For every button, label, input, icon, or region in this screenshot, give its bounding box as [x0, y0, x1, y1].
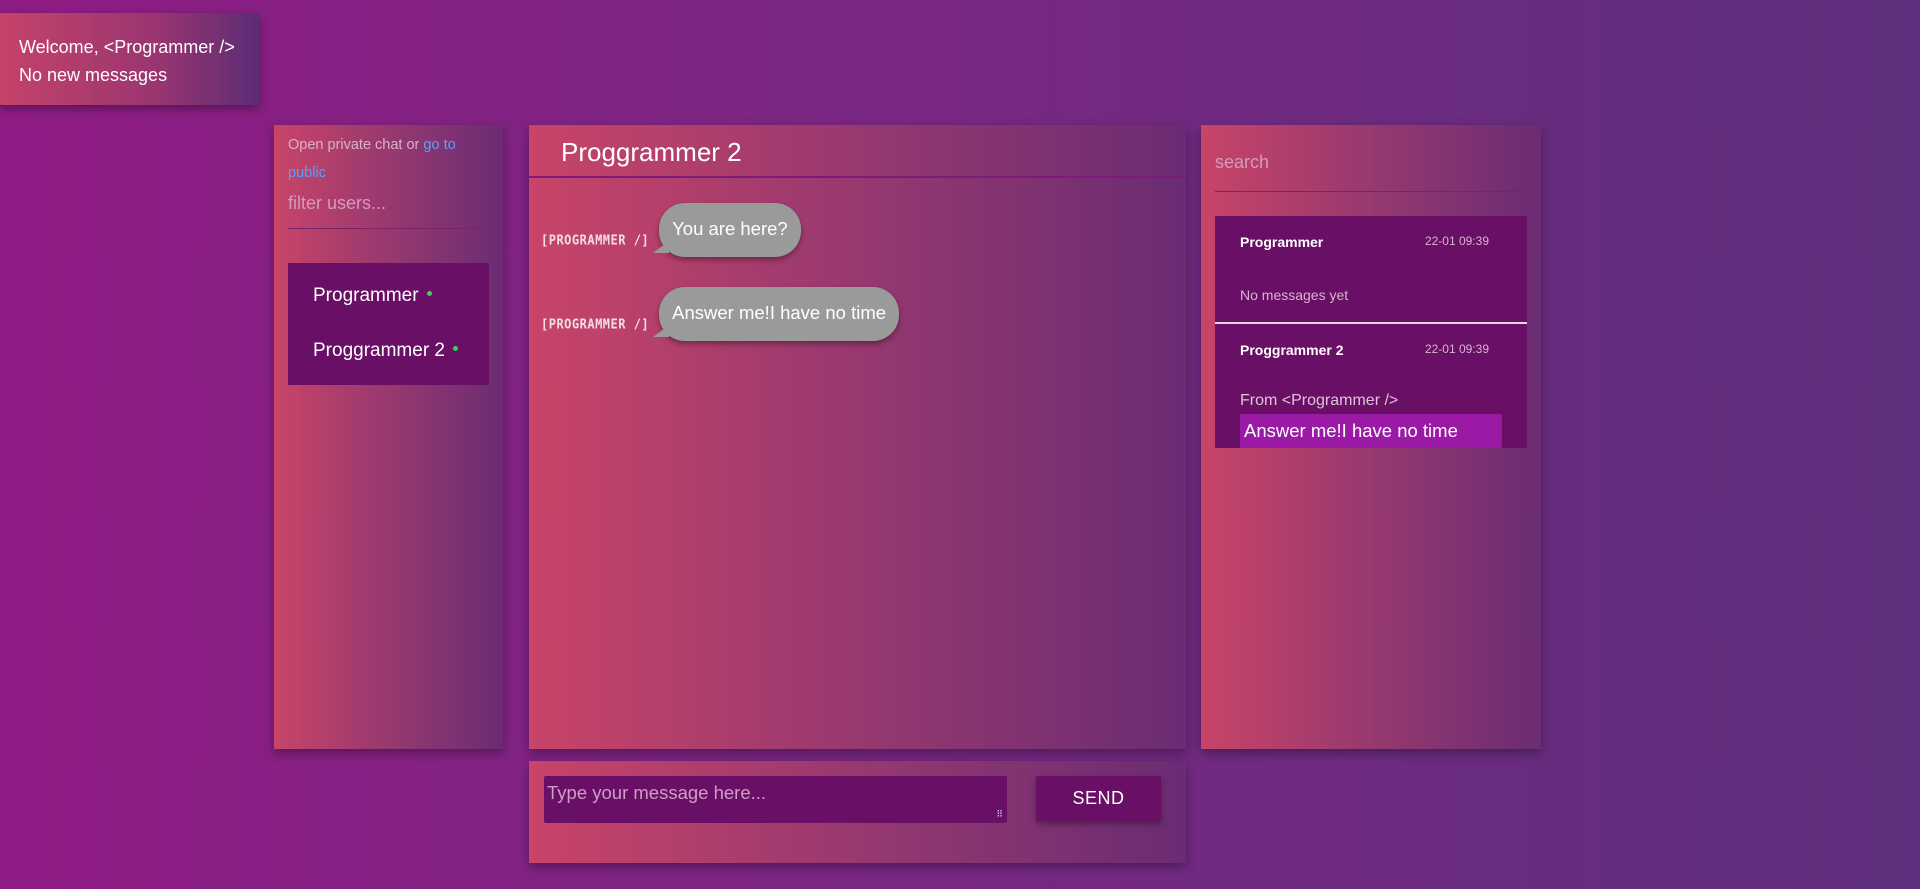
message: [PROGRAMMER /] Answer me!I have no time [541, 287, 900, 341]
send-button[interactable]: SEND [1036, 776, 1161, 821]
chat-panel: Proggrammer 2 [PROGRAMMER /] You are her… [529, 125, 1186, 749]
user-item-programmer[interactable]: Programmer [288, 269, 489, 324]
message-placeholder: Type your message here... [547, 782, 767, 803]
user-name: Proggrammer 2 [313, 340, 445, 361]
users-panel: Open private chat or go to public filter… [274, 125, 503, 749]
chat-title: Proggrammer 2 [529, 125, 1186, 178]
message-input[interactable]: Type your message here... ⠿ [544, 776, 1007, 823]
conversation-preview: Answer me!I have no time [1240, 414, 1502, 448]
conversation-status: No messages yet [1240, 287, 1349, 303]
conversation-from: From <Programmer /> [1240, 392, 1399, 409]
conversation-name: Proggrammer 2 [1240, 342, 1344, 358]
message-sender: [PROGRAMMER /] [541, 232, 650, 248]
conversation-list: Programmer 22-01 09:39 No messages yet P… [1215, 216, 1527, 448]
user-item-proggrammer-2[interactable]: Proggrammer 2 [288, 324, 489, 379]
search-input[interactable]: search [1215, 152, 1527, 192]
message: [PROGRAMMER /] You are here? [541, 203, 801, 257]
conversation-name: Programmer [1240, 234, 1324, 250]
user-name: Programmer [313, 285, 419, 306]
filter-users-input[interactable]: filter users... [288, 193, 489, 229]
welcome-text: Welcome, <Programmer /> [19, 37, 235, 57]
welcome-toast: Welcome, <Programmer /> No new messages [0, 13, 259, 105]
message-composer: Type your message here... ⠿ SEND [529, 761, 1186, 863]
conversations-panel: search Programmer 22-01 09:39 No message… [1201, 125, 1541, 749]
message-bubble: Answer me!I have no time [653, 287, 900, 341]
user-list: Programmer Proggrammer 2 [288, 263, 489, 385]
new-messages-status: No new messages [19, 65, 168, 85]
hint-text: Open private chat or [288, 137, 424, 153]
conversation-card[interactable]: Programmer 22-01 09:39 No messages yet [1215, 216, 1527, 322]
message-bubble: You are here? [653, 203, 801, 257]
online-dot-icon [453, 346, 458, 352]
online-dot-icon [426, 291, 432, 297]
conversation-time: 22-01 09:39 [1424, 342, 1489, 356]
message-sender: [PROGRAMMER /] [541, 316, 650, 332]
conversation-card[interactable]: Proggrammer 2 22-01 09:39 From <Programm… [1215, 322, 1527, 448]
private-chat-hint: Open private chat or go to public [288, 131, 489, 187]
conversation-time: 22-01 09:39 [1424, 234, 1489, 248]
resize-handle-icon[interactable]: ⠿ [996, 809, 1003, 820]
